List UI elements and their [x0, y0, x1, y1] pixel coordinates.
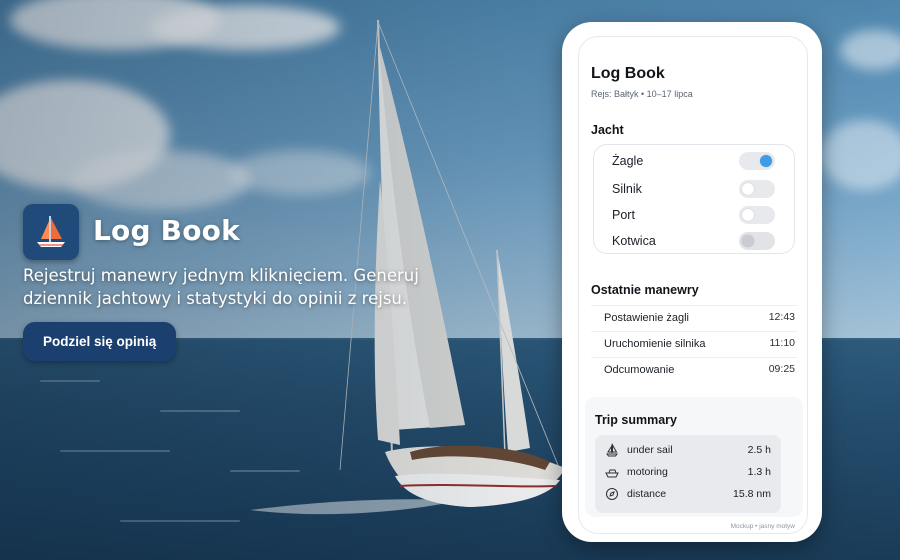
toggle-row-engine: Silnik [594, 177, 794, 203]
maneuver-time: 11:10 [769, 337, 796, 349]
anchor-switch[interactable] [739, 232, 775, 250]
summary-row: motoring 1.3 h [595, 461, 781, 483]
summary-value: 1.3 h [747, 466, 771, 478]
trip-summary-card: under sail 2.5 h motoring 1.3 h distance… [595, 435, 781, 513]
mockup-footnote: Mockup • jasny motyw [730, 523, 795, 530]
toggle-label: Port [612, 208, 635, 222]
maneuver-row[interactable]: Odcumowanie 09:25 [591, 357, 797, 383]
maneuver-name: Uruchomienie silnika [604, 338, 706, 350]
summary-row: under sail 2.5 h [595, 439, 781, 461]
summary-value: 15.8 nm [733, 488, 771, 500]
toggle-label: Kotwica [612, 234, 656, 248]
app-icon [23, 204, 79, 260]
phone-mockup: Log Book Rejs: Bałtyk • 10–17 lipca Jach… [562, 22, 822, 542]
maneuver-row[interactable]: Postawienie żagli 12:43 [591, 305, 797, 331]
hero-title: Log Book [93, 214, 240, 247]
switch-knob [742, 209, 754, 221]
maneuver-row[interactable]: Uruchomienie silnika 11:10 [591, 331, 797, 357]
port-switch[interactable] [739, 206, 775, 224]
trip-subtitle: Rejs: Bałtyk • 10–17 lipca [591, 89, 693, 99]
hero-tagline: Rejestruj manewry jednym kliknięciem. Ge… [23, 266, 419, 308]
sailboat-icon [37, 216, 65, 247]
maneuver-name: Postawienie żagli [604, 312, 689, 324]
summary-label: under sail [627, 444, 673, 456]
maneuvers-section-heading: Ostatnie manewry [591, 283, 699, 297]
maneuver-time: 12:43 [768, 311, 795, 323]
toggle-label: Silnik [612, 182, 642, 196]
toggle-row-sails: Żagle [594, 149, 794, 175]
toggle-row-anchor: Kotwica [594, 229, 794, 255]
maneuver-time: 09:25 [768, 363, 795, 375]
phone-screen: Log Book Rejs: Bałtyk • 10–17 lipca Jach… [578, 36, 808, 534]
toggle-row-port: Port [594, 203, 794, 229]
motorboat-icon [605, 469, 619, 478]
yacht-toggles-card: Żagle Silnik Port Kotwica [593, 144, 795, 254]
trip-summary-panel: Trip summary under sail 2.5 h motoring 1… [585, 397, 803, 517]
compass-icon [606, 488, 618, 500]
yacht-section-heading: Jacht [591, 123, 624, 137]
engine-switch[interactable] [739, 180, 775, 198]
switch-knob [742, 183, 754, 195]
summary-row: distance 15.8 nm [595, 483, 781, 505]
sails-switch[interactable] [739, 152, 775, 170]
trip-summary-heading: Trip summary [595, 413, 677, 427]
summary-label: motoring [627, 466, 668, 478]
maneuver-name: Odcumowanie [604, 364, 675, 376]
sail-icon [606, 443, 618, 457]
summary-value: 2.5 h [747, 444, 771, 456]
switch-knob [742, 235, 754, 247]
screen-title: Log Book [591, 65, 665, 82]
switch-knob [760, 155, 772, 167]
share-opinion-button[interactable]: Podziel się opinią [23, 322, 177, 361]
summary-label: distance [627, 488, 667, 500]
toggle-label: Żagle [612, 154, 644, 168]
